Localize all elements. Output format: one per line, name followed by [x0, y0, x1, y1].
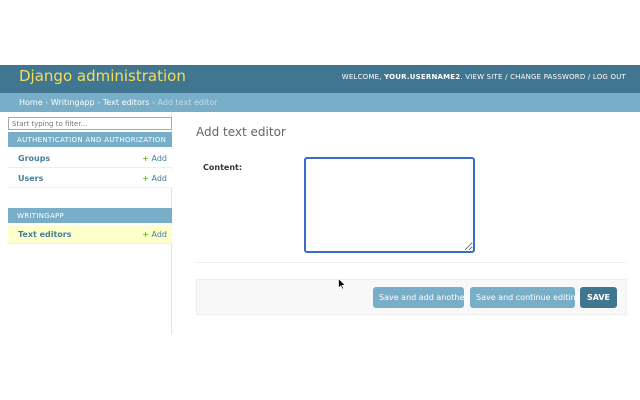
user-tools: WELCOME, YOUR.USERNAME2. VIEW SITE / CHA… [341, 73, 626, 81]
change-password-link[interactable]: CHANGE PASSWORD [510, 73, 585, 81]
module-caption-auth[interactable]: AUTHENTICATION AND AUTHORIZATION [8, 132, 172, 147]
sidebar-item-label[interactable]: Users [18, 174, 43, 183]
module-caption-writingapp[interactable]: WRITINGAPP [8, 208, 172, 223]
page-title: Add text editor [196, 125, 286, 139]
view-site-link[interactable]: VIEW SITE [465, 73, 502, 81]
save-and-continue-button[interactable]: Save and continue editing [470, 287, 581, 308]
breadcrumb: Home › Writingapp › Text editors › Add t… [0, 93, 640, 112]
save-button[interactable]: SAVE [580, 287, 617, 308]
plus-icon: + [142, 154, 149, 163]
nav-filter-input[interactable] [8, 117, 172, 130]
sidebar-item-users[interactable]: Users + Add [8, 169, 172, 188]
nav-sidebar: AUTHENTICATION AND AUTHORIZATION Groups … [0, 112, 172, 334]
sidebar-item-text-editors[interactable]: Text editors + Add [8, 225, 172, 244]
form-divider [196, 262, 627, 263]
add-users-link[interactable]: + Add [142, 174, 167, 183]
breadcrumb-home[interactable]: Home [19, 98, 43, 107]
plus-icon: + [142, 230, 149, 239]
site-name[interactable]: Django administration [19, 67, 186, 85]
header: Django administration WELCOME, YOUR.USER… [0, 65, 640, 93]
save-and-add-another-button[interactable]: Save and add another [373, 287, 468, 308]
content-label: Content: [203, 163, 243, 172]
log-out-link[interactable]: LOG OUT [593, 73, 626, 81]
breadcrumb-current: Add text editor [157, 98, 218, 107]
sidebar-item-label[interactable]: Groups [18, 154, 50, 163]
welcome-text: WELCOME, [341, 73, 385, 81]
content-textarea[interactable] [304, 157, 475, 253]
sidebar-item-label[interactable]: Text editors [18, 230, 72, 239]
plus-icon: + [142, 174, 149, 183]
add-groups-link[interactable]: + Add [142, 154, 167, 163]
username: YOUR.USERNAME2 [384, 73, 461, 81]
sidebar-item-groups[interactable]: Groups + Add [8, 149, 172, 168]
breadcrumb-writingapp[interactable]: Writingapp [51, 98, 95, 107]
breadcrumb-text-editors[interactable]: Text editors [103, 98, 149, 107]
add-text-editors-link[interactable]: + Add [142, 230, 167, 239]
mouse-cursor-icon [338, 278, 346, 290]
